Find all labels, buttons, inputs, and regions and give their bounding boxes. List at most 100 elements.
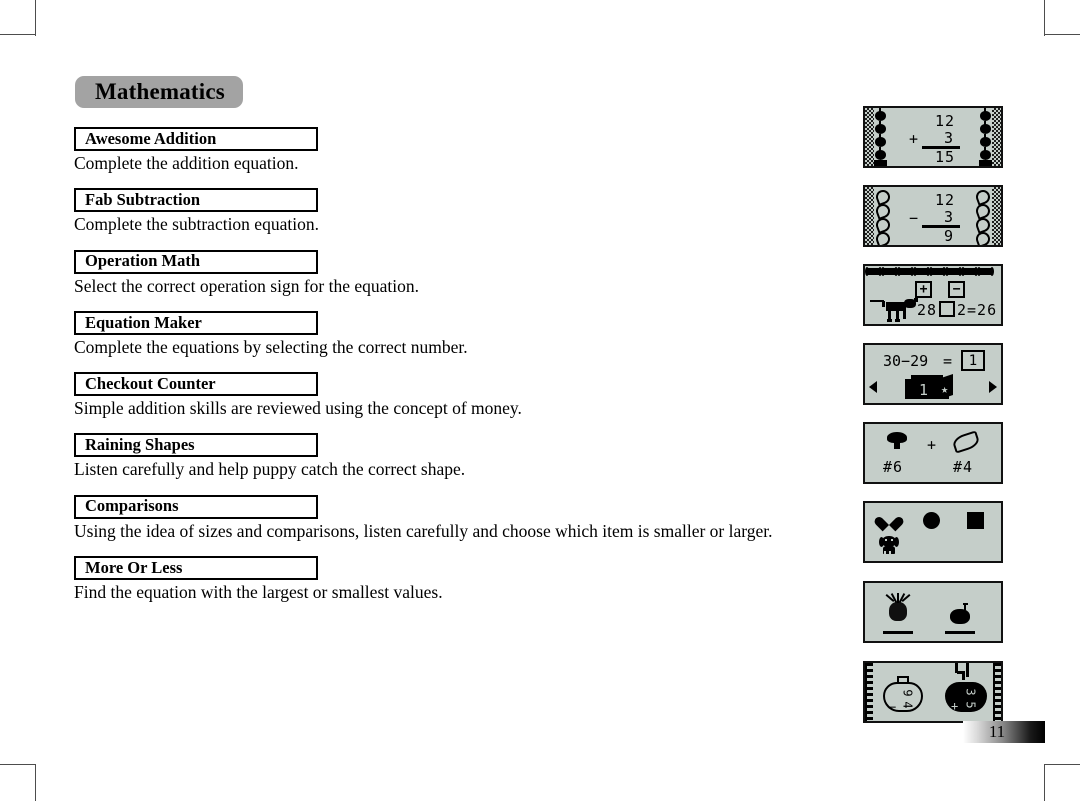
bone-icon bbox=[913, 266, 930, 276]
crop-mark-horizontal-line bbox=[0, 764, 36, 765]
crop-mark-vertical-line bbox=[1044, 765, 1045, 801]
activity-name: Comparisons bbox=[85, 496, 179, 516]
strawberry-base bbox=[945, 631, 975, 634]
activity-list: Awesome Addition Complete the addition e… bbox=[74, 127, 834, 617]
bone-icon bbox=[929, 266, 946, 276]
apple-icon bbox=[875, 134, 886, 147]
apple-icon bbox=[875, 147, 886, 160]
bone-icon bbox=[865, 266, 882, 276]
activity-description: Complete the equations by selecting the … bbox=[74, 336, 468, 357]
activity-name: Checkout Counter bbox=[85, 373, 216, 393]
equation-expression: 30−29 bbox=[883, 352, 929, 370]
screenshot-column: 12 + 3 15 12 − 3 9 + − 28 2=26 30−29 = 1… bbox=[863, 106, 1003, 723]
activity-name-box: Comparisons bbox=[74, 494, 318, 519]
minus-choice-button[interactable]: − bbox=[948, 281, 965, 298]
apple-border-checker-right bbox=[992, 108, 1001, 166]
activity-description: Listen carefully and help puppy catch th… bbox=[74, 459, 466, 480]
list-item: Raining Shapes Listen carefully and help… bbox=[74, 433, 834, 481]
list-item: Checkout Counter Simple addition skills … bbox=[74, 372, 834, 420]
swirl-border-checker-right bbox=[992, 187, 1001, 245]
swirl-icon bbox=[874, 230, 892, 245]
swirl-border-checker-left bbox=[865, 187, 874, 245]
activity-name: Fab Subtraction bbox=[85, 190, 201, 210]
plus-sign: + bbox=[919, 282, 928, 297]
crop-mark-bottom-left bbox=[0, 759, 40, 801]
crop-mark-vertical-line bbox=[1044, 0, 1045, 36]
equals-sign: = bbox=[943, 352, 954, 370]
difference-result: 9 bbox=[944, 227, 955, 245]
activity-name-box: Operation Math bbox=[74, 249, 318, 274]
screen-operation-math: + − 28 2=26 bbox=[863, 264, 1003, 326]
bag-left-operator: − bbox=[889, 700, 897, 714]
list-item: Awesome Addition Complete the addition e… bbox=[74, 127, 834, 175]
apple-icon bbox=[875, 108, 886, 121]
bone-icon bbox=[881, 266, 898, 276]
page-number-badge: 11 bbox=[963, 721, 1045, 743]
page-number-label: 11 bbox=[988, 722, 1006, 741]
list-item: Fab Subtraction Complete the subtraction… bbox=[74, 188, 834, 236]
screen-checkout-counter: + #6 #4 bbox=[863, 422, 1003, 484]
crop-mark-horizontal-line bbox=[1044, 34, 1080, 35]
operator-sign: − bbox=[909, 209, 920, 227]
operator-answer-slot[interactable] bbox=[939, 301, 955, 317]
card-star-badge: ★ bbox=[941, 382, 949, 396]
circle-shape-icon[interactable] bbox=[923, 512, 940, 529]
crop-mark-horizontal-line bbox=[1044, 764, 1080, 765]
screen-more-or-less: 9 − 4 3 + 5 bbox=[863, 661, 1003, 723]
strawberry-icon[interactable] bbox=[949, 603, 971, 625]
next-arrow-button[interactable] bbox=[989, 381, 997, 393]
list-item: Comparisons Using the idea of sizes and … bbox=[74, 494, 834, 543]
bag-right-operator: + bbox=[951, 699, 959, 713]
activity-name: Operation Math bbox=[85, 251, 201, 271]
page-title-label: Mathematics bbox=[95, 79, 225, 104]
operator-sign: + bbox=[927, 436, 938, 454]
activity-name: Equation Maker bbox=[85, 312, 202, 332]
activity-description: Simple addition skills are reviewed usin… bbox=[74, 398, 522, 419]
subtrahend: 3 bbox=[944, 208, 955, 226]
screen-fab-subtraction: 12 − 3 9 bbox=[863, 185, 1003, 247]
apple-icon bbox=[980, 134, 991, 147]
equation-left-operand: 28 bbox=[917, 301, 938, 319]
bone-icon bbox=[961, 266, 978, 276]
crop-mark-bottom-right bbox=[1040, 759, 1080, 801]
activity-description: Find the equation with the largest or sm… bbox=[74, 581, 443, 602]
page-title: Mathematics bbox=[75, 76, 243, 108]
square-shape-icon[interactable] bbox=[967, 512, 984, 529]
pineapple-base bbox=[883, 631, 913, 634]
plus-choice-button[interactable]: + bbox=[915, 281, 932, 298]
apple-icon bbox=[980, 108, 991, 121]
crop-mark-vertical-line bbox=[35, 0, 36, 36]
film-strip-border-left bbox=[865, 663, 873, 721]
list-item: Operation Math Select the correct operat… bbox=[74, 249, 834, 298]
apple-border-checker-left bbox=[865, 108, 874, 166]
screen-raining-shapes bbox=[863, 501, 1003, 563]
addend-top: 12 bbox=[935, 112, 956, 130]
bone-border-top bbox=[865, 266, 1001, 276]
activity-description: Complete the subtraction equation. bbox=[74, 214, 319, 235]
apple-icon bbox=[875, 121, 886, 134]
bag-left-bottom-value: 4 bbox=[900, 701, 915, 709]
activity-description: Using the idea of sizes and comparisons,… bbox=[74, 520, 773, 541]
activity-name: More Or Less bbox=[85, 557, 183, 577]
activity-name-box: Checkout Counter bbox=[74, 372, 318, 397]
activity-description: Complete the addition equation. bbox=[74, 153, 299, 173]
bone-icon bbox=[897, 266, 914, 276]
activity-name-box: Raining Shapes bbox=[74, 433, 318, 458]
swirl-icon bbox=[974, 230, 992, 245]
crop-mark-horizontal-line bbox=[0, 34, 36, 35]
answer-slot[interactable]: 1 bbox=[961, 350, 985, 371]
equation-rule bbox=[922, 225, 960, 228]
heart-shape-icon[interactable] bbox=[880, 511, 898, 527]
apple-icon bbox=[980, 147, 991, 160]
bone-icon bbox=[945, 266, 962, 276]
bag-right-top-value: 3 bbox=[963, 688, 978, 696]
minus-sign: − bbox=[952, 282, 961, 297]
pineapple-icon[interactable] bbox=[885, 593, 911, 621]
bone-icon bbox=[977, 266, 994, 276]
activity-description: Select the correct operation sign for th… bbox=[74, 275, 420, 296]
price-left: #6 bbox=[883, 458, 904, 476]
bag-right-bottom-value: 5 bbox=[963, 701, 978, 709]
card-value: 1 bbox=[919, 381, 930, 399]
previous-arrow-button[interactable] bbox=[869, 381, 877, 393]
screen-awesome-addition: 12 + 3 15 bbox=[863, 106, 1003, 168]
